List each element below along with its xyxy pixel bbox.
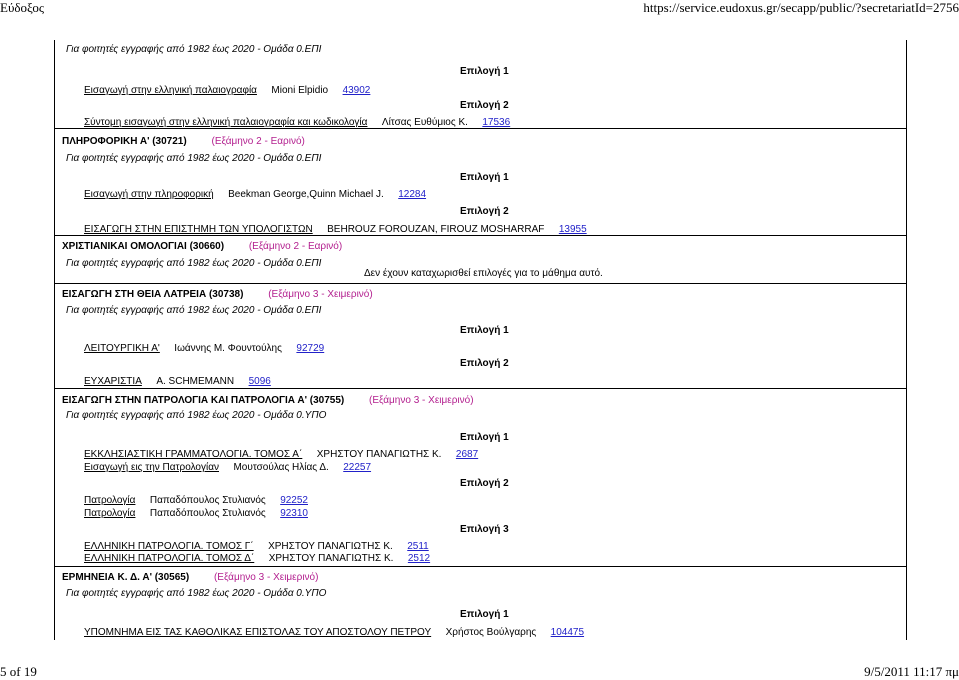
choice-label: Επιλογή 2: [460, 206, 509, 217]
book-code-link[interactable]: 13955: [559, 224, 587, 235]
group-note: Για φοιτητές εγγραφής από 1982 έως 2020 …: [66, 305, 322, 316]
book-title[interactable]: ΕΛΛΗΝΙΚΗ ΠΑΤΡΟΛΟΓΙΑ. ΤΟΜΟΣ Δ΄: [84, 553, 254, 564]
book-author: A. SCHMEMANN: [156, 376, 235, 387]
choice-label: Επιλογή 1: [460, 432, 509, 443]
book-code-link[interactable]: 104475: [551, 627, 584, 638]
course-heading: ΧΡΙΣΤΙΑΝΙΚΑΙ ΟΜΟΛΟΓΙΑΙ (30660) (Εξάμηνο …: [62, 241, 342, 252]
book-row: ΛΕΙΤΟΥΡΓΙΚΗ Α' Ιωάννης Μ. Φουντούλης 927…: [84, 338, 324, 356]
group-note: Για φοιτητές εγγραφής από 1982 έως 2020 …: [66, 410, 327, 421]
section-divider: [54, 388, 906, 389]
section-divider: [54, 566, 906, 567]
book-row: Εισαγωγή εις την Πατρολογίαν Μουτσούλας …: [84, 457, 371, 475]
course-heading: ΕΡΜΗΝΕΙΑ Κ. Δ. Α' (30565) (Εξάμηνο 3 - Χ…: [62, 572, 318, 583]
course-name: ΧΡΙΣΤΙΑΝΙΚΑΙ ΟΜΟΛΟΓΙΑΙ (30660): [62, 241, 225, 252]
book-code-link[interactable]: 92310: [280, 508, 308, 519]
book-author: BEHROUZ FOROUZAN, FIROUZ MOSHARRAF: [327, 224, 545, 235]
course-heading: ΕΙΣΑΓΩΓΗ ΣΤΗ ΘΕΙΑ ΛΑΤΡΕΙΑ (30738) (Εξάμη…: [62, 289, 373, 300]
book-title[interactable]: Εισαγωγή εις την Πατρολογίαν: [84, 462, 219, 473]
book-title[interactable]: ΕΙΣΑΓΩΓΗ ΣΤΗΝ ΕΠΙΣΤΗΜΗ ΤΩΝ ΥΠΟΛΟΓΙΣΤΩΝ: [84, 224, 313, 235]
book-author: ΧΡΗΣΤΟΥ ΠΑΝΑΓΙΩΤΗΣ Κ.: [268, 553, 394, 564]
course-semester: (Εξάμηνο 3 - Χειμερινό): [369, 395, 474, 406]
book-title[interactable]: Πατρολογία: [84, 508, 135, 519]
choice-label: Επιλογή 2: [460, 100, 509, 111]
course-name: ΕΙΣΑΓΩΓΗ ΣΤΗΝ ΠΑΤΡΟΛΟΓΙΑ ΚΑΙ ΠΑΤΡΟΛΟΓΙΑ …: [62, 395, 345, 406]
book-author: Ιωάννης Μ. Φουντούλης: [174, 343, 282, 354]
course-heading: ΠΛΗΡΟΦΟΡΙΚΗ Α' (30721) (Εξάμηνο 2 - Εαρι…: [62, 136, 305, 147]
page-url: https://service.eudoxus.gr/secapp/public…: [643, 0, 959, 15]
course-semester: (Εξάμηνο 2 - Εαρινό): [248, 241, 343, 252]
group-note: Για φοιτητές εγγραφής από 1982 έως 2020 …: [66, 258, 322, 269]
book-code-link[interactable]: 12284: [398, 189, 426, 200]
book-code-link[interactable]: 22257: [343, 462, 371, 473]
choice-label: Επιλογή 2: [460, 478, 509, 489]
no-choices-message: Δεν έχουν καταχωρισθεί επιλογές για το μ…: [364, 268, 603, 279]
choice-label: Επιλογή 3: [460, 524, 509, 535]
book-row: ΥΠΟΜΝΗΜΑ ΕΙΣ ΤΑΣ ΚΑΘΟΛΙΚΑΣ ΕΠΙΣΤΟΛΑΣ ΤΟΥ…: [84, 622, 584, 640]
book-author: Παπαδόπουλος Στυλιανός: [149, 508, 266, 519]
book-title[interactable]: Εισαγωγή στην ελληνική παλαιογραφία: [84, 85, 257, 96]
book-title[interactable]: ΕΥΧΑΡΙΣΤΙΑ: [84, 376, 142, 387]
book-row: ΕΛΛΗΝΙΚΗ ΠΑΤΡΟΛΟΓΙΑ. ΤΟΜΟΣ Δ΄ ΧΡΗΣΤΟΥ ΠΑ…: [84, 548, 430, 566]
group-note: Για φοιτητές εγγραφής από 1982 έως 2020 …: [66, 153, 322, 164]
book-row: Εισαγωγή στην ελληνική παλαιογραφία Mion…: [84, 80, 370, 98]
book-title[interactable]: Εισαγωγή στην πληροφορική: [84, 189, 214, 200]
group-note: Για φοιτητές εγγραφής από 1982 έως 2020 …: [66, 44, 322, 55]
book-author: Mioni Elpidio: [271, 85, 329, 96]
choice-label: Επιλογή 1: [460, 325, 509, 336]
course-heading: ΕΙΣΑΓΩΓΗ ΣΤΗΝ ΠΑΤΡΟΛΟΓΙΑ ΚΑΙ ΠΑΤΡΟΛΟΓΙΑ …: [62, 395, 474, 406]
book-code-link[interactable]: 92729: [296, 343, 324, 354]
book-code-link[interactable]: 5096: [249, 376, 271, 387]
section-divider: [54, 283, 906, 284]
book-title[interactable]: ΛΕΙΤΟΥΡΓΙΚΗ Α': [84, 343, 160, 354]
document-title: Εύδοξος: [0, 0, 44, 15]
choice-label: Επιλογή 1: [460, 609, 509, 620]
book-code-link[interactable]: 2512: [408, 553, 430, 564]
course-name: ΕΡΜΗΝΕΙΑ Κ. Δ. Α' (30565): [62, 572, 190, 583]
course-name: ΠΛΗΡΟΦΟΡΙΚΗ Α' (30721): [62, 136, 187, 147]
book-code-link[interactable]: 17536: [482, 117, 510, 128]
book-code-link[interactable]: 43902: [343, 85, 371, 96]
book-author: Beekman George,Quinn Michael J.: [228, 189, 384, 200]
course-semester: (Εξάμηνο 3 - Χειμερινό): [268, 289, 373, 300]
section-divider: [54, 235, 906, 236]
book-title[interactable]: ΥΠΟΜΝΗΜΑ ΕΙΣ ΤΑΣ ΚΑΘΟΛΙΚΑΣ ΕΠΙΣΤΟΛΑΣ ΤΟΥ…: [84, 627, 431, 638]
book-author: Χρήστος Βούλγαρης: [445, 627, 537, 638]
book-author: Λίτσας Ευθύμιος Κ.: [381, 117, 468, 128]
book-author: Μουτσούλας Ηλίας Δ.: [233, 462, 329, 473]
group-note: Για φοιτητές εγγραφής από 1982 έως 2020 …: [66, 588, 327, 599]
choice-label: Επιλογή 2: [460, 358, 509, 369]
course-semester: (Εξάμηνο 3 - Χειμερινό): [213, 572, 319, 583]
course-semester: (Εξάμηνο 2 - Εαρινό): [211, 136, 305, 147]
book-code-link[interactable]: 2687: [456, 449, 478, 460]
book-row: Εισαγωγή στην πληροφορική Beekman George…: [84, 184, 426, 202]
book-row: ΕΥΧΑΡΙΣΤΙΑ A. SCHMEMANN 5096: [84, 371, 271, 389]
choice-label: Επιλογή 1: [460, 172, 509, 183]
course-name: ΕΙΣΑΓΩΓΗ ΣΤΗ ΘΕΙΑ ΛΑΤΡΕΙΑ (30738): [62, 289, 244, 300]
choice-label: Επιλογή 1: [460, 66, 509, 77]
book-title[interactable]: Σύντομη εισαγωγή στην ελληνική παλαιογρα…: [84, 117, 367, 128]
book-row: Πατρολογία Παπαδόπουλος Στυλιανός 92310: [84, 503, 308, 521]
section-divider: [54, 128, 906, 129]
